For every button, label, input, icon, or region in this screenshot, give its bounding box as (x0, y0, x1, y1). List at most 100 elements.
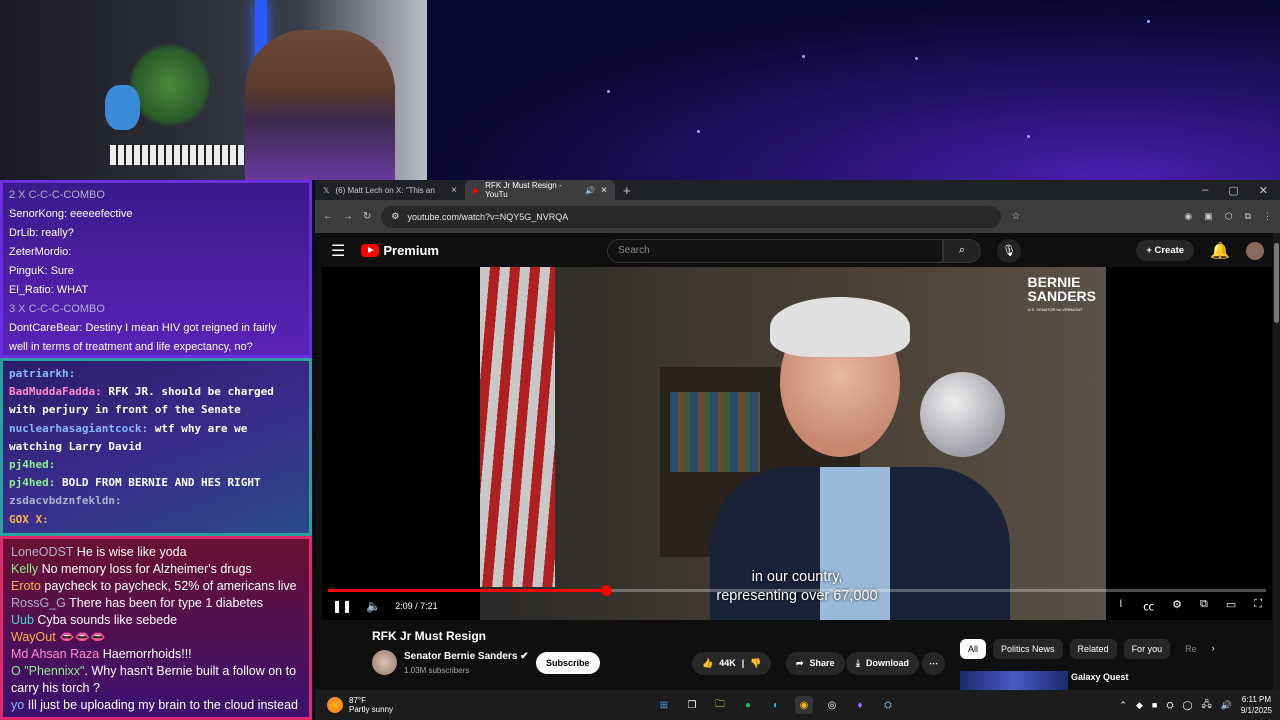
site-info-icon[interactable]: ⚙ (391, 211, 399, 222)
task-view-icon[interactable]: ❐ (683, 696, 701, 714)
url-field[interactable]: ⚙ youtube.com/watch?v=NQY5G_NVRQA (381, 205, 1002, 228)
chevron-right-icon[interactable]: › (1212, 639, 1215, 659)
caption-line-1: in our country, (751, 569, 843, 585)
chat-line: LoneODST He is wise like yoda (11, 544, 301, 561)
chat-user: WayOut (11, 630, 56, 644)
video-info: RFK Jr Must Resign Senator Bernie Sander… (315, 625, 1280, 691)
chip-more[interactable]: Re (1177, 639, 1205, 659)
tray-app-icon[interactable]: ■ (1152, 700, 1157, 710)
plant (130, 40, 210, 130)
new-tab-button[interactable]: + (615, 183, 639, 198)
chat-user: nuclearhasagiantcock: (9, 421, 149, 435)
fullscreen-icon[interactable]: ⛶ (1254, 598, 1262, 614)
youtube-icon: ▶ (473, 185, 480, 195)
windows-start-icon[interactable]: ⊞ (655, 696, 673, 714)
close-window-icon[interactable]: ✕ (1259, 184, 1268, 197)
like-button[interactable]: 👍 44K | 👎 (692, 652, 772, 675)
scrollbar[interactable] (1273, 233, 1280, 690)
clock[interactable]: 6:11 PM 9/1/2025 (1241, 694, 1272, 716)
chat-line: pj4hed: (9, 456, 303, 474)
chat-line: DrLib: really? (9, 224, 303, 243)
thumbs-down-icon[interactable]: 👎 (750, 658, 761, 669)
taskbar: 87°F Partly sunny ⊞ ❐ 🗀 ● ◐ ◉ ◎ ♦ ⛭ ⌃ ◆ … (315, 690, 1280, 720)
chrome-icon[interactable]: ◉ (795, 696, 813, 714)
extension-icon[interactable]: ◉ (1184, 211, 1192, 222)
search-input[interactable]: Search (606, 238, 943, 263)
voice-search-button[interactable]: 🎙 (996, 238, 1021, 263)
pause-icon[interactable]: ❚❚ (332, 599, 352, 613)
more-actions-button[interactable]: ⋯ (922, 652, 945, 675)
channel-name[interactable]: Senator Bernie Sanders ✔ (404, 651, 529, 662)
close-tab-icon[interactable]: × (601, 185, 607, 196)
chat-msg: Ill just be uploading my brain to the cl… (27, 698, 298, 712)
settings-gear-icon[interactable]: ⚙ (1172, 598, 1182, 614)
youtube-logo[interactable]: Premium (361, 243, 439, 258)
chip-politics-news[interactable]: Politics News (993, 639, 1063, 659)
chip-related[interactable]: Related (1069, 639, 1117, 659)
extension-icon[interactable]: ▣ (1204, 211, 1213, 222)
thumbs-up-icon: 👍 (702, 658, 714, 668)
player-controls: ❚❚ 🔈 2:09 / 7:21 ⏽ ㏄ ⚙ ⧉ ▭ ⛶ (322, 595, 1272, 617)
chat-user: El_Ratio: (9, 284, 54, 296)
recommendation-thumbnail[interactable] (960, 671, 1068, 691)
create-button[interactable]: + Create (1136, 240, 1195, 261)
steam-icon[interactable]: ⛭ (879, 696, 897, 714)
audio-icon[interactable]: 🔊 (585, 186, 595, 195)
file-explorer-icon[interactable]: 🗀 (711, 696, 729, 714)
download-button[interactable]: ⤓ Download (846, 652, 919, 675)
tray-app-icon[interactable]: ◆ (1136, 700, 1143, 711)
tab-youtube[interactable]: ▶ RFK Jr Must Resign - YouTu 🔊 × (465, 180, 615, 200)
menu-dots-icon[interactable]: ⋮ (1263, 211, 1272, 222)
network-icon[interactable]: 🖧 (1202, 697, 1212, 713)
chat-panel-1: 2 X C-C-C-COMBO SenorKong: eeeeefective … (0, 180, 312, 358)
chat-msg: No memory loss for Alzheimer's drugs (41, 562, 252, 576)
captions-icon[interactable]: ㏄ (1143, 598, 1154, 614)
obs-icon[interactable]: ◎ (823, 696, 841, 714)
subscribe-button[interactable]: Subscribe (536, 652, 600, 674)
back-icon[interactable]: ← (323, 211, 333, 222)
volume-tray-icon[interactable]: 🔊 (1221, 700, 1232, 711)
sun-icon (327, 697, 343, 713)
app-icon[interactable]: ♦ (851, 696, 869, 714)
forward-icon[interactable]: → (343, 211, 353, 222)
clock-date: 9/1/2025 (1240, 706, 1272, 715)
volume-icon[interactable]: 🔈 (366, 599, 381, 613)
spotify-icon[interactable]: ● (739, 696, 757, 714)
chip-for-you[interactable]: For you (1123, 639, 1171, 659)
bookmark-star-icon[interactable]: ☆ (1011, 211, 1020, 222)
tab-x-post[interactable]: 𝕏 (6) Matt Lech on X: "This an × (315, 180, 465, 200)
chat-user: DrLib: (9, 227, 39, 239)
chip-all[interactable]: All (960, 639, 987, 659)
theater-mode-icon[interactable]: ▭ (1226, 598, 1236, 614)
chat-line: Uub Cyba sounds like sebede (11, 612, 301, 629)
chat-line: DontCareBear: Destiny I mean HIV got rei… (9, 319, 303, 338)
miniplayer-icon[interactable]: ⧉ (1200, 598, 1208, 614)
extension-icon[interactable]: ⬡ (1225, 211, 1233, 222)
weather-widget[interactable]: 87°F Partly sunny (315, 696, 655, 714)
channel-avatar[interactable] (372, 650, 397, 675)
minimize-icon[interactable]: – (1202, 184, 1208, 197)
chat-user: RossG_G (11, 596, 66, 610)
reload-icon[interactable]: ↻ (363, 211, 371, 222)
autoplay-toggle-icon[interactable]: ⏽ (1116, 598, 1125, 614)
chat-msg: eeeeefective (70, 208, 133, 220)
chat-user: PinguK: (9, 265, 48, 277)
recommendation-title[interactable]: Galaxy Quest (1071, 672, 1129, 682)
progress-bar[interactable] (328, 585, 1266, 596)
hamburger-menu-icon[interactable]: ☰ (331, 241, 345, 261)
tray-app-icon[interactable]: ◯ (1183, 700, 1193, 711)
player-right-controls: ⏽ ㏄ ⚙ ⧉ ▭ ⛶ (1116, 598, 1262, 614)
avatar[interactable] (1246, 241, 1264, 260)
edge-icon[interactable]: ◐ (767, 696, 785, 714)
bell-icon[interactable]: 🔔 (1210, 241, 1230, 261)
maximize-icon[interactable]: ▢ (1228, 184, 1238, 197)
share-button[interactable]: ➦ Share (786, 652, 845, 675)
steam-tray-icon[interactable]: ⛭ (1166, 700, 1173, 711)
chevron-up-icon[interactable]: ⌃ (1119, 700, 1127, 711)
extensions: ◉ ▣ ⬡ ⧉ ⋮ (1184, 211, 1272, 222)
video-player[interactable]: BERNIE SANDERS U.S. SENATOR for VERMONT … (322, 267, 1272, 620)
search-button[interactable]: ⌕ (942, 238, 981, 263)
extension-icon[interactable]: ⧉ (1245, 211, 1251, 222)
close-tab-icon[interactable]: × (451, 185, 457, 196)
url-text: youtube.com/watch?v=NQY5G_NVRQA (407, 211, 569, 222)
